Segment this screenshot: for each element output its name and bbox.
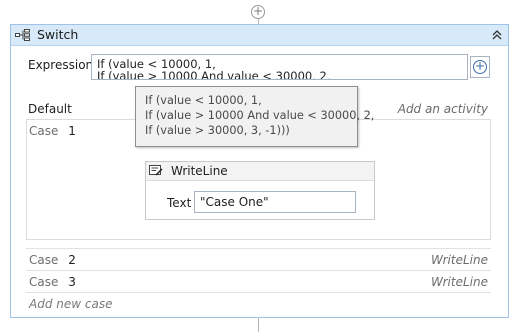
expression-tooltip: If (value < 10000, 1, If (value > 10000 … — [135, 86, 374, 147]
writeline-title: WriteLine — [171, 164, 228, 178]
case-2-header[interactable]: Case 2 — [29, 253, 76, 267]
add-activity-default[interactable]: Add an activity — [398, 102, 488, 116]
switch-title: Switch — [37, 27, 79, 42]
expression-label: Expression — [28, 58, 94, 72]
divider — [26, 270, 491, 271]
divider — [26, 292, 491, 293]
expression-input[interactable]: If (value < 10000, 1, If (value > 10000 … — [91, 54, 468, 80]
tooltip-line-3: If (value > 30000, 3, -1))) — [145, 124, 290, 137]
default-label: Default — [28, 102, 72, 116]
connector-line-bottom — [258, 318, 259, 332]
case-3-header[interactable]: Case 3 — [29, 275, 76, 289]
case-label: Case — [29, 253, 59, 267]
text-label: Text — [167, 196, 192, 210]
divider — [26, 248, 491, 249]
case-1-header[interactable]: Case 1 — [29, 124, 76, 138]
add-activity-top-icon[interactable]: + — [251, 5, 265, 19]
add-new-case-link[interactable]: Add new case — [29, 297, 112, 311]
expression-line-2: If (value > 10000 And value < 30000, 2, — [97, 69, 331, 80]
case-value: 2 — [68, 253, 76, 267]
double-chevron-up-icon[interactable] — [491, 29, 503, 41]
case-3-activity[interactable]: WriteLine — [431, 275, 488, 289]
switch-header[interactable] — [11, 25, 508, 46]
switch-activity-icon — [15, 29, 30, 41]
writeline-icon — [149, 165, 163, 176]
case-label: Case — [29, 275, 59, 289]
tooltip-line-2: If (value > 10000 And value < 30000, 2, — [145, 109, 375, 122]
case-2-activity[interactable]: WriteLine — [431, 253, 488, 267]
expression-editor-button[interactable]: + — [470, 56, 490, 78]
plus-circle-icon: + — [473, 59, 487, 74]
case-value: 3 — [68, 275, 76, 289]
case-value: 1 — [68, 124, 76, 138]
case-label: Case — [29, 124, 59, 138]
tooltip-line-1: If (value < 10000, 1, — [145, 94, 262, 107]
text-input[interactable]: "Case One" — [194, 191, 356, 213]
